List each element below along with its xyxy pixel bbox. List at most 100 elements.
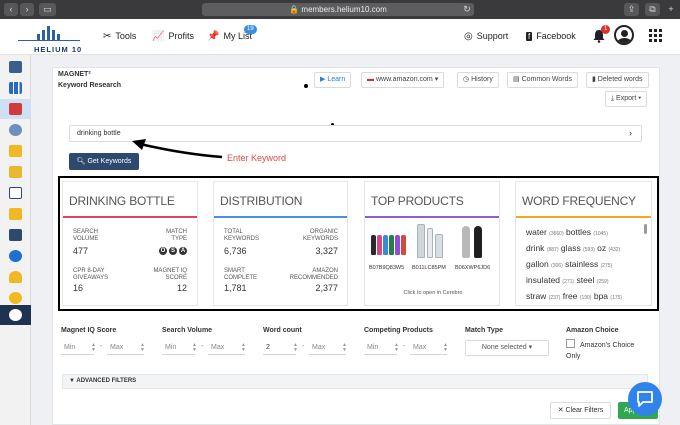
iq-max-input[interactable]: Max xyxy=(107,341,144,355)
common-words-button[interactable]: ▤ Common Words xyxy=(507,72,579,88)
match-type-organic-badge: O xyxy=(159,247,167,255)
sidebar-item-keyword-tracker[interactable] xyxy=(0,204,31,224)
volume-min-stepper[interactable]: ▲ ▼ xyxy=(192,343,197,353)
sidebar-item-index-checker[interactable] xyxy=(0,183,31,203)
forward-button[interactable]: › xyxy=(20,3,34,16)
annotation-label: Enter Keyword xyxy=(227,153,287,163)
keyword-card: DRINKING BOTTLE SEARCH VOLUME 477 MATCH … xyxy=(62,181,198,306)
competing-filter-label: Competing Products xyxy=(364,327,433,334)
sidebar-item-frankenstein[interactable] xyxy=(0,141,31,161)
nav-profits[interactable]: 📈 Profits xyxy=(152,31,194,42)
volume-max-input[interactable]: Max xyxy=(208,341,245,355)
word-frequency-word[interactable]: bottles xyxy=(566,227,591,237)
word-frequency-word[interactable]: stainless xyxy=(565,259,598,269)
distribution-card-title: DISTRIBUTION xyxy=(220,194,303,208)
pin-icon: 📌 xyxy=(207,31,220,42)
sidebar-item-black-box[interactable] xyxy=(0,57,31,77)
app-header: HELIUM 10 ✂ Tools 📈 Profits 📌 My List 19 ◎ S… xyxy=(0,19,680,55)
advanced-filters-toggle[interactable]: ▼ ADVANCED FILTERS xyxy=(62,374,648,389)
word-count-min-input[interactable]: 2 xyxy=(263,341,296,355)
amazon-choice-filter-label: Amazon Choice xyxy=(566,327,619,334)
word-count-min-stepper[interactable]: ▲ ▼ xyxy=(293,343,298,353)
share-icon[interactable]: ⇪ xyxy=(624,3,639,16)
reload-icon[interactable]: ↻ xyxy=(462,3,472,16)
deleted-words-button[interactable]: ▮ Deleted words xyxy=(586,72,649,88)
sidebar-item-videos[interactable] xyxy=(0,305,31,325)
word-frequency-count: (190) xyxy=(579,295,592,301)
chevron-right-icon[interactable]: › xyxy=(629,126,632,141)
learn-button[interactable]: ▶︎ Learn xyxy=(314,72,352,88)
marketplace-select[interactable]: ▬ www.amazon.com ▾ xyxy=(361,72,445,88)
new-tab-icon[interactable]: + xyxy=(664,3,678,16)
get-keywords-label: Get Keywords xyxy=(87,158,132,165)
competing-max-stepper[interactable]: ▲ ▼ xyxy=(443,343,448,353)
word-frequency-word[interactable]: gallon xyxy=(526,259,549,269)
history-icon: ◷ xyxy=(463,76,472,83)
export-button[interactable]: ⤓ Export ▾ xyxy=(605,91,648,107)
volume-min-input[interactable]: Min xyxy=(162,341,195,355)
export-label: Export xyxy=(616,95,637,102)
word-frequency-row: insulated (271) steel (259) xyxy=(526,273,646,289)
back-button[interactable]: ‹ xyxy=(4,3,18,16)
apps-grid-icon[interactable] xyxy=(649,29,662,42)
cerebro-hint[interactable]: Click to open in Cerebro xyxy=(365,290,501,296)
word-count-max-input[interactable]: Max xyxy=(309,341,346,355)
word-frequency-word[interactable]: drink xyxy=(526,243,544,253)
word-frequency-count: (175) xyxy=(610,295,623,301)
smart-complete-value: 1,781 xyxy=(224,283,247,293)
sidebar-item-profits[interactable] xyxy=(0,246,31,266)
nav-tools[interactable]: ✂ Tools xyxy=(103,31,136,42)
support-link[interactable]: ◎ Support xyxy=(464,31,508,42)
avatar[interactable] xyxy=(614,25,634,45)
word-count-filter-label: Word count xyxy=(263,327,302,334)
tabs-icon[interactable]: ⧉ xyxy=(645,3,660,16)
amazon-choice-checkbox[interactable] xyxy=(566,339,575,348)
play-icon xyxy=(9,309,22,321)
word-frequency-count: (259) xyxy=(596,279,609,285)
helium10-logo[interactable]: HELIUM 10 xyxy=(14,23,86,54)
iq-max-stepper[interactable]: ▲ ▼ xyxy=(140,343,145,353)
sidebar-item-trendster[interactable] xyxy=(0,78,31,98)
black-box-icon xyxy=(9,61,22,73)
word-frequency-word[interactable]: glass xyxy=(561,243,581,253)
facebook-link[interactable]: f Facebook xyxy=(526,31,576,41)
iq-min-input[interactable]: Min xyxy=(61,341,94,355)
sidebar-toggle-icon[interactable]: ▭ xyxy=(39,3,56,16)
word-frequency-word[interactable]: free xyxy=(563,291,578,301)
sidebar-item-magnet[interactable] xyxy=(0,99,31,119)
close-icon: ✕ xyxy=(557,407,566,414)
word-frequency-word[interactable]: steel xyxy=(576,275,594,285)
competing-min-input[interactable]: Min xyxy=(364,341,397,355)
word-frequency-word[interactable]: oz xyxy=(597,243,606,253)
chat-icon xyxy=(637,391,653,407)
match-type-select[interactable]: None selected ▾ xyxy=(465,340,549,356)
competing-max-input[interactable]: Max xyxy=(410,341,447,355)
word-frequency-word[interactable]: straw xyxy=(526,291,546,301)
competing-min-stepper[interactable]: ▲ ▼ xyxy=(394,343,399,353)
sidebar-item-scribbles[interactable] xyxy=(0,162,31,182)
sidebar-item-inventory[interactable] xyxy=(0,225,31,245)
product-asin-3[interactable]: B06XWP6JD6 xyxy=(455,265,490,271)
range-dash: - xyxy=(201,343,204,350)
product-asin-2[interactable]: B011LC85PM xyxy=(412,265,446,271)
word-frequency-word[interactable]: water xyxy=(526,227,547,237)
word-frequency-word[interactable]: insulated xyxy=(526,275,560,285)
sidebar-item-cerebro[interactable] xyxy=(0,120,31,140)
organic-keywords-value: 3,327 xyxy=(315,246,338,256)
word-count-max-stepper[interactable]: ▲ ▼ xyxy=(342,343,347,353)
range-dash: - xyxy=(100,343,103,350)
clear-filters-button[interactable]: ✕ Clear Filters xyxy=(550,402,611,419)
chat-widget-button[interactable] xyxy=(628,382,662,416)
volume-max-stepper[interactable]: ▲ ▼ xyxy=(241,343,246,353)
iq-min-stepper[interactable]: ▲ ▼ xyxy=(91,343,96,353)
history-label: History xyxy=(471,76,493,83)
product-asin-1[interactable]: B07B9Q83W5 xyxy=(369,265,404,271)
word-frequency-scrollbar[interactable] xyxy=(644,224,647,234)
magnet-icon xyxy=(9,103,22,115)
address-bar[interactable]: 🔒 members.helium10.com xyxy=(202,3,474,16)
chart-line-icon: 📈 xyxy=(152,31,165,42)
history-button[interactable]: ◷ History xyxy=(457,72,499,88)
word-frequency-word[interactable]: bpa xyxy=(594,291,608,301)
sidebar-item-genie[interactable] xyxy=(0,267,31,287)
deleted-words-label: Deleted words xyxy=(597,76,643,83)
